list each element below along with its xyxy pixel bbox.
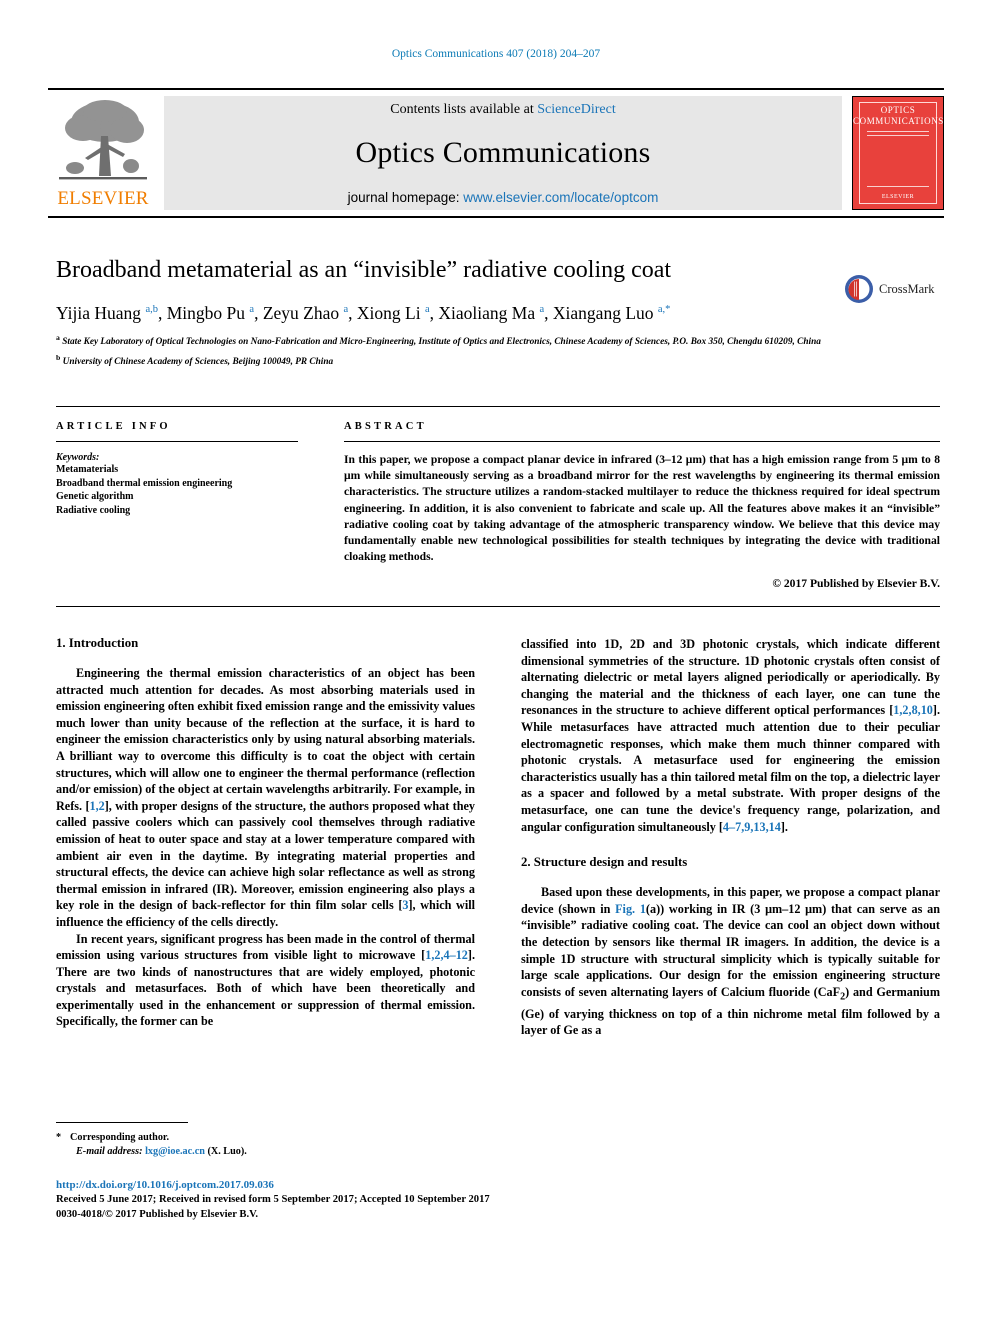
journal-homepage-link[interactable]: www.elsevier.com/locate/optcom — [463, 190, 658, 205]
article-history: Received 5 June 2017; Received in revise… — [56, 1194, 490, 1205]
running-head: Optics Communications 407 (2018) 204–207 — [391, 48, 601, 60]
citation-ref[interactable]: 4–7,9,13,14 — [723, 820, 781, 834]
figure-ref[interactable]: Fig. 1 — [615, 902, 646, 916]
article-info-abstract: ARTICLE INFO Keywords: Metamaterials Bro… — [56, 406, 940, 608]
cover-rule-top2 — [867, 135, 929, 136]
elsevier-tree-icon — [59, 100, 147, 180]
paper-page: Optics Communications 407 (2018) 204–207 — [0, 0, 992, 1323]
cover-title-line2: COMMUNICATIONS — [853, 116, 944, 126]
cover-bottom-wordmark: ELSEVIER — [881, 194, 915, 200]
footnote-rule — [56, 1122, 188, 1123]
article-info-heading: ARTICLE INFO — [56, 421, 171, 432]
affiliation-a: a State Key Laboratory of Optical Techno… — [56, 332, 821, 347]
para-text: ], with proper designs of the structure,… — [56, 798, 475, 913]
keyword-item: Broadband thermal emission engineering — [56, 477, 233, 489]
paragraph: Based upon these developments, in this p… — [521, 884, 940, 1039]
crossmark-label: CrossMark — [879, 281, 935, 296]
body-columns: 1. Introduction Engineering the thermal … — [56, 636, 940, 1039]
elsevier-wordmark: ELSEVIER — [57, 188, 149, 209]
right-column: classified into 1D, 2D and 3D photonic c… — [521, 636, 940, 1039]
abstract-column: ABSTRACT In this paper, we propose a com… — [334, 421, 940, 590]
abstract-text: In this paper, we propose a compact plan… — [344, 453, 940, 564]
email-label: E-mail address: — [76, 1146, 143, 1157]
para-text: ]. While metasurfaces have attracted muc… — [521, 703, 940, 834]
keywords-label: Keywords: — [56, 452, 100, 463]
crossmark-badge-group[interactable]: CrossMark — [844, 272, 952, 306]
para-text: In recent years, significant progress ha… — [56, 931, 475, 963]
doi-link[interactable]: http://dx.doi.org/10.1016/j.optcom.2017.… — [56, 1179, 274, 1191]
abstract-rule — [344, 441, 940, 442]
journal-title: Optics Communications — [355, 135, 651, 169]
abstract-copyright: © 2017 Published by Elsevier B.V. — [772, 577, 940, 591]
sciencedirect-link[interactable]: ScienceDirect — [537, 102, 616, 117]
email-suffix: (X. Luo). — [207, 1146, 247, 1157]
homepage-prefix: journal homepage: — [347, 189, 464, 205]
para-text: ]. — [780, 819, 788, 834]
citation-ref[interactable]: 1,2,4–12 — [425, 948, 468, 962]
affiliation-a-text: State Key Laboratory of Optical Technolo… — [62, 336, 821, 347]
cover-title-line1: OPTICS — [880, 105, 916, 115]
elsevier-logo: ELSEVIER — [48, 90, 158, 216]
paragraph: Engineering the thermal emission charact… — [56, 665, 475, 931]
keyword-item: Genetic algorithm — [56, 491, 134, 502]
contents-prefix: Contents lists available at — [390, 101, 538, 117]
contents-line: Contents lists available at ScienceDirec… — [390, 102, 616, 118]
section-heading-structure: 2. Structure design and results — [521, 855, 688, 870]
abstract-heading: ABSTRACT — [344, 421, 427, 432]
paragraph: In recent years, significant progress ha… — [56, 931, 475, 1031]
cover-rule-top — [867, 131, 929, 132]
crossmark-icon — [845, 275, 873, 303]
citation-ref[interactable]: 1,2 — [90, 799, 105, 813]
article-info-column: ARTICLE INFO Keywords: Metamaterials Bro… — [56, 421, 334, 590]
para-text: classified into 1D, 2D and 3D photonic c… — [521, 637, 940, 718]
footnote-marker: * — [56, 1132, 62, 1143]
homepage-line: journal homepage: www.elsevier.com/locat… — [348, 190, 659, 205]
journal-masthead: ELSEVIER Contents lists available at Sci… — [48, 88, 944, 218]
left-column: 1. Introduction Engineering the thermal … — [56, 636, 475, 1039]
cover-title: OPTICS COMMUNICATIONS — [853, 105, 943, 127]
corresponding-author-note: * Corresponding author. — [56, 1131, 475, 1145]
paragraph: classified into 1D, 2D and 3D photonic c… — [521, 636, 940, 835]
doi-line[interactable]: http://dx.doi.org/10.1016/j.optcom.2017.… — [56, 1179, 475, 1191]
affiliation-b: b University of Chinese Academy of Scien… — [56, 352, 334, 368]
author-list: Yijia Huang a,b, Mingbo Pu a, Zeyu Zhao … — [56, 302, 671, 323]
page-footer: * Corresponding author. E-mail address: … — [56, 1122, 490, 1222]
para-text: Engineering the thermal emission charact… — [56, 666, 475, 813]
section-heading-introduction: 1. Introduction — [56, 636, 139, 650]
title-block: Broadband metamaterial as an “invisible”… — [56, 255, 936, 369]
email-link[interactable]: lxg@ioe.ac.cn — [145, 1146, 205, 1157]
journal-cover-thumbnail: OPTICS COMMUNICATIONS ELSEVIER — [852, 96, 944, 210]
corresponding-author-text: Corresponding author. — [70, 1132, 170, 1143]
email-note: E-mail address: lxg@ioe.ac.cn (X. Luo). — [56, 1145, 475, 1159]
affiliation-b-text: University of Chinese Academy of Science… — [62, 357, 334, 368]
article-info-rule — [56, 441, 298, 442]
page-title: Broadband metamaterial as an “invisible”… — [56, 257, 672, 283]
keyword-item: Metamaterials — [56, 464, 119, 475]
cover-rule-bottom — [867, 186, 929, 187]
issn-copyright: 0030-4018/© 2017 Published by Elsevier B… — [56, 1208, 259, 1220]
citation-ref[interactable]: 1,2,8,10 — [893, 703, 933, 717]
keyword-item: Radiative cooling — [56, 504, 131, 516]
masthead-center: Contents lists available at ScienceDirec… — [164, 96, 842, 210]
